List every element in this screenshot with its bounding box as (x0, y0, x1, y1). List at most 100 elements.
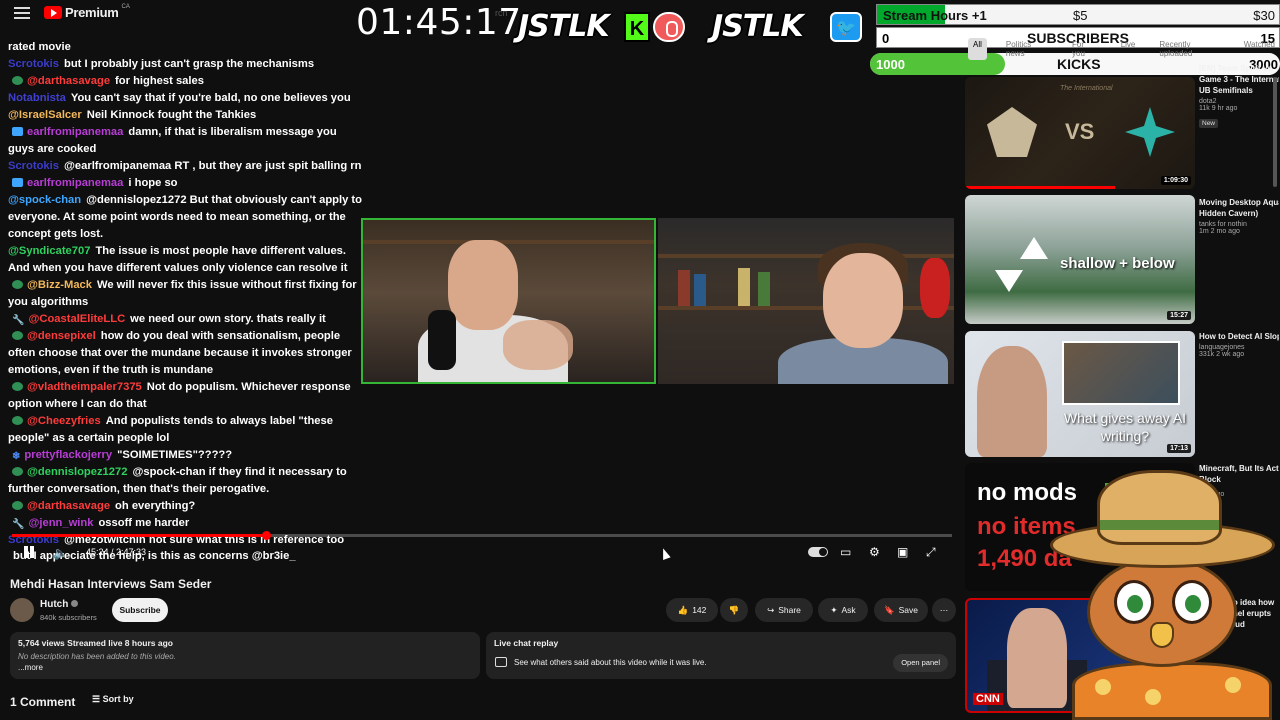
rec-thumbnail-1[interactable]: The International VS 1:09:30 (965, 77, 1195, 189)
ask-button[interactable]: ✦ Ask (818, 598, 868, 622)
sort-by-label: Sort by (102, 694, 134, 704)
filter-chip[interactable]: Recently uploaded (1154, 38, 1224, 60)
rec-meta-3[interactable]: How to Detect AI Slop languagejones 331k… (1199, 331, 1279, 358)
mascot-eye-right (1172, 580, 1212, 624)
rec-title-line-3[interactable]: UB Semifinals (1199, 85, 1279, 96)
tv-badge-icon (12, 178, 23, 187)
chat-username[interactable]: @dennislopez1272 (27, 466, 127, 478)
rec-title[interactable]: [EN] Team Spirit vs (1199, 63, 1279, 74)
new-badge: New (1199, 119, 1219, 128)
captions-icon[interactable]: ▭ (840, 545, 851, 559)
mouse-cursor-icon (659, 546, 671, 561)
sort-by-button[interactable]: ☰ Sort by (92, 694, 134, 705)
member-badge-icon (12, 501, 23, 510)
channel-name-text[interactable]: Hutch (40, 599, 68, 610)
rec-title[interactable]: How to Detect AI Slop (1199, 331, 1279, 342)
filter-chip[interactable]: Watched (1239, 38, 1280, 60)
rec-info: 11k 9 hr ago (1199, 105, 1238, 112)
webcam-host-left (361, 218, 656, 384)
thumbnail-caption: shallow + below (1060, 255, 1175, 272)
bookshelf-top (658, 254, 954, 258)
ellipsis-icon: ⋯ (939, 604, 949, 615)
chat-message: Notabnista You can't say that if you're b… (8, 90, 363, 107)
open-panel-button[interactable]: Open panel (893, 654, 948, 672)
chat-username[interactable]: earlfromipanemaa (27, 126, 123, 138)
rec-channel[interactable]: dota2 (1199, 98, 1279, 105)
chat-username[interactable]: @Cheezyfries (27, 415, 101, 427)
dislike-button[interactable]: 👎 (720, 598, 748, 622)
filter-chip[interactable]: For you (1067, 38, 1102, 60)
filter-chip[interactable]: Politics news (1001, 38, 1053, 60)
volume-icon[interactable]: 🔈 (53, 546, 68, 560)
rec-meta-2[interactable]: Moving Desktop Aqua Hidden Cavern) tanks… (1199, 197, 1279, 235)
more-actions-button[interactable]: ⋯ (932, 598, 956, 622)
pause-button[interactable] (22, 545, 36, 559)
save-button[interactable]: 🔖 Save (874, 598, 928, 622)
description-box[interactable]: 5,764 views Streamed live 8 hours ago No… (10, 632, 480, 679)
hamburger-menu-icon[interactable] (14, 7, 30, 19)
view-stats: 5,764 views Streamed live 8 hours ago (18, 638, 173, 648)
logo-text: Premium (65, 5, 119, 20)
seek-handle[interactable] (261, 531, 271, 540)
sidebar-scrollbar[interactable] (1273, 77, 1277, 187)
stream-hours-tier-mid: $5 (1073, 8, 1088, 23)
channel-name[interactable]: Hutch (40, 599, 79, 610)
subscribe-button[interactable]: Subscribe (112, 598, 168, 622)
mascot-eye-left (1114, 580, 1154, 624)
show-more-link[interactable]: ...more (18, 663, 472, 672)
like-button[interactable]: 👍 142 (666, 598, 718, 622)
rec-channel[interactable]: tanks for nothin (1199, 221, 1279, 228)
rec-title-line-2[interactable]: Game 3 - The Internat (1199, 74, 1279, 85)
chat-username[interactable]: @darthasavage (27, 75, 110, 87)
chat-username[interactable]: @Bizz-Mack (27, 279, 92, 291)
chat-username[interactable]: Notabnista (8, 92, 66, 104)
chat-username[interactable]: prettyflackojerry (24, 449, 112, 461)
youtube-premium-logo[interactable]: Premium CA (44, 4, 130, 20)
chat-message: ❄ prettyflackojerry "SOIMETIMES"????? (8, 447, 363, 464)
chat-username[interactable]: earlfromipanemaa (27, 177, 123, 189)
rec-meta-1[interactable]: [EN] Team Spirit vs Game 3 - The Interna… (1199, 63, 1279, 130)
chat-text: @earlfromipanemaa RT , but they are just… (63, 160, 362, 172)
rec-title-line-2[interactable]: Hidden Cavern) (1199, 208, 1279, 219)
chat-username[interactable]: @vladtheimpaler7375 (27, 381, 142, 393)
filter-chip-bar: All Politics news For you Live Recently uplo… (968, 38, 1280, 60)
rec-thumbnail-2[interactable]: shallow + below 15:27 (965, 195, 1195, 324)
chat-text: for highest sales (115, 75, 204, 87)
duration-badge: 15:27 (1167, 311, 1191, 320)
autoplay-toggle[interactable] (808, 547, 828, 557)
settings-gear-icon[interactable]: ⚙ (869, 545, 880, 559)
description-text: No description has been added to this vi… (18, 652, 176, 661)
rec-channel[interactable]: languagejones (1199, 344, 1279, 351)
replay-subtitle: See what others said about this video wh… (514, 658, 707, 667)
chat-username[interactable]: @jenn_wink (28, 517, 93, 529)
fullscreen-icon[interactable]: ⤢ (926, 545, 936, 560)
chat-message: @Cheezyfries And populists tends to alway… (8, 413, 363, 447)
filter-chip[interactable]: All (968, 38, 987, 60)
chat-username[interactable]: @densepixel (27, 330, 96, 342)
chat-username[interactable]: @Syndicate707 (8, 245, 90, 257)
chat-message: earlfromipanemaa damn, if that is liberal… (8, 124, 363, 158)
chat-username[interactable]: Scrotokis (8, 160, 59, 172)
like-count: 142 (692, 605, 707, 615)
chat-username[interactable]: Scrotokis (8, 58, 59, 70)
rec-thumbnail-3[interactable]: What gives away AI writing? 17:13 (965, 331, 1195, 457)
chat-text: Neil Kinnock fought the Tahkies (86, 109, 257, 121)
chat-username[interactable]: @CoastalEliteLLC (28, 313, 125, 325)
chat-message: @darthasavage oh everything? (8, 498, 363, 515)
chat-username[interactable]: @IsraelSalcer (8, 109, 82, 121)
chat-message: earlfromipanemaa i hope so (8, 175, 363, 192)
rec-title[interactable]: Moving Desktop Aqua (1199, 197, 1279, 208)
seek-bar[interactable] (12, 531, 952, 540)
share-label: Share (778, 605, 801, 615)
person-head (823, 253, 903, 348)
share-button[interactable]: ↪ Share (755, 598, 813, 622)
wall-shelf (363, 240, 654, 244)
chat-username[interactable]: @spock-chan (8, 194, 81, 206)
channel-avatar[interactable] (10, 598, 34, 622)
filter-chip[interactable]: Live (1116, 38, 1141, 60)
chat-message: @dennislopez1272 @spock-chan if they find… (8, 464, 363, 498)
plush-toy (920, 258, 950, 318)
chat-username[interactable]: @darthasavage (27, 500, 110, 512)
theater-mode-icon[interactable]: ▣ (897, 545, 908, 559)
mascot-beak (1150, 622, 1174, 648)
